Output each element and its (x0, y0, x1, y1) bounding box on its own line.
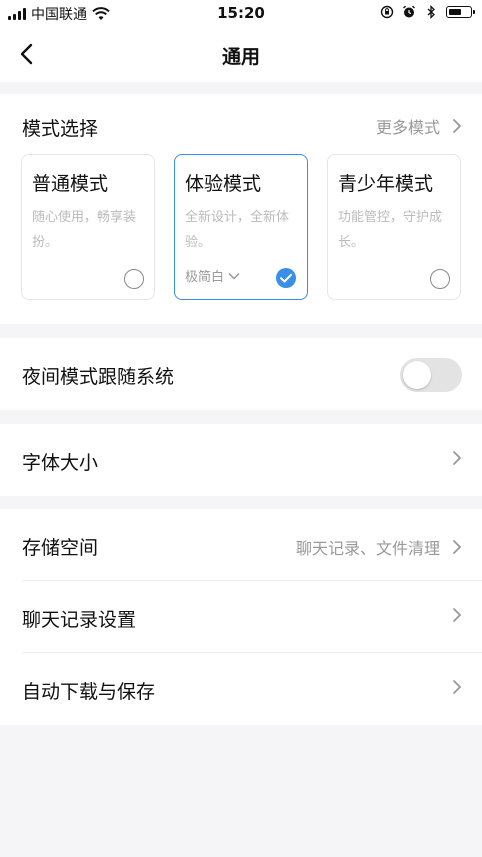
storage-row[interactable]: 存储空间 聊天记录、文件清理 (0, 509, 482, 581)
radio-unselected-icon[interactable] (430, 269, 450, 289)
status-bar: 中国联通 15:20 (0, 0, 482, 26)
mode-title: 青少年模式 (338, 173, 434, 195)
check-circle-icon[interactable] (275, 267, 297, 289)
font-size-row[interactable]: 字体大小 (0, 424, 482, 496)
mode-card-experience[interactable]: 体验模式 全新设计，全新体验。 极简白 (174, 154, 308, 300)
mode-title: 普通模式 (32, 173, 109, 195)
row-right: 聊天记录、文件清理 (296, 535, 462, 559)
alarm-icon (403, 5, 415, 18)
night-mode-row: 夜间模式跟随系统 (0, 338, 482, 410)
chevron-right-icon (453, 680, 462, 694)
mode-description: 全新设计，全新体验。 (185, 210, 290, 250)
chevron-down-icon (228, 272, 240, 280)
font-size-label: 字体大小 (22, 452, 99, 474)
battery-icon (446, 6, 475, 18)
row-right (452, 450, 462, 466)
status-right (380, 5, 475, 19)
night-mode-toggle[interactable] (400, 358, 462, 392)
radio-unselected-icon[interactable] (124, 269, 144, 289)
toggle-knob (403, 361, 431, 389)
page-title: 通用 (221, 46, 260, 68)
row-right (452, 679, 462, 695)
storage-label: 存储空间 (22, 537, 99, 559)
more-modes-link[interactable]: 更多模式 (376, 114, 462, 138)
auto-download-label: 自动下载与保存 (22, 681, 156, 703)
chevron-right-icon (453, 451, 462, 465)
bluetooth-icon (427, 5, 435, 19)
theme-dropdown[interactable]: 极简白 (185, 266, 240, 285)
chat-history-settings-label: 聊天记录设置 (22, 609, 137, 631)
mode-section: 模式选择 更多模式 普通模式 随心使用，畅享装扮。 体验模式 全新设计，全新体验… (0, 94, 482, 324)
storage-detail: 聊天记录、文件清理 (295, 539, 440, 558)
mode-card-normal[interactable]: 普通模式 随心使用，畅享装扮。 (21, 154, 155, 300)
chevron-right-icon (453, 540, 462, 554)
mode-description: 功能管控，守护成长。 (338, 210, 443, 250)
mode-section-title: 模式选择 (22, 118, 99, 140)
mode-title: 体验模式 (185, 173, 262, 195)
auto-download-row[interactable]: 自动下载与保存 (0, 653, 482, 725)
mode-description: 随心使用，畅享装扮。 (32, 210, 137, 250)
chevron-right-icon (453, 608, 462, 622)
chat-history-settings-row[interactable]: 聊天记录设置 (0, 581, 482, 653)
night-mode-label: 夜间模式跟随系统 (22, 366, 175, 388)
chevron-right-icon (453, 119, 462, 133)
theme-label: 极简白 (185, 270, 225, 285)
lock-rotation-icon (380, 5, 394, 19)
nav-bar: 通用 (0, 26, 482, 82)
mode-card-teen[interactable]: 青少年模式 功能管控，守护成长。 (327, 154, 461, 300)
row-right (452, 607, 462, 623)
more-modes-label: 更多模式 (375, 118, 440, 137)
